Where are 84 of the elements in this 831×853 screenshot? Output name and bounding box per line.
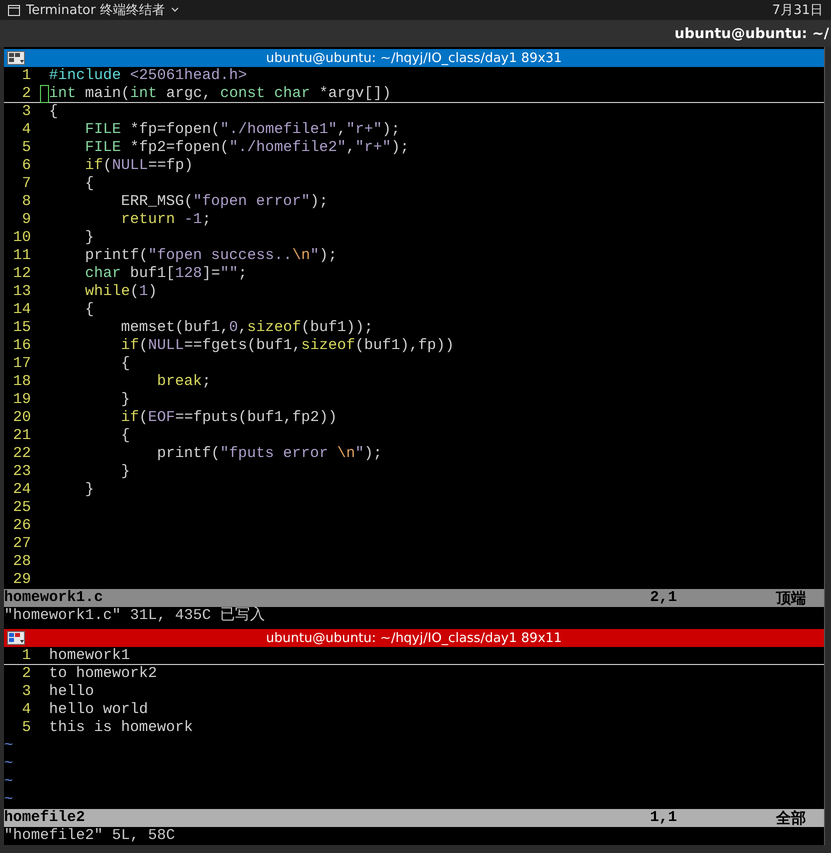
empty-line-marker: ~	[4, 791, 14, 809]
empty-line-marker: ~	[4, 737, 14, 755]
line-number: 2	[20, 85, 32, 103]
code-text: hello	[48, 683, 94, 701]
line-number: 14	[12, 301, 32, 319]
line-number: 15	[12, 319, 32, 337]
code-text: {	[120, 427, 130, 445]
line-number: 28	[12, 553, 32, 571]
cursor-position: 2,1	[650, 589, 678, 607]
line-number: 2	[20, 665, 32, 683]
code-text: int main(int argc, const char *argv[])	[40, 85, 392, 103]
grid-icon[interactable]	[7, 51, 25, 65]
code-text: printf("fopen success..\n");	[84, 247, 338, 265]
window-icon	[8, 4, 20, 16]
file-name: homefile2	[4, 809, 86, 827]
code-text: ERR_MSG("fopen error");	[120, 193, 328, 211]
empty-line-marker: ~	[4, 773, 14, 791]
empty-line-marker: ~	[4, 755, 14, 773]
code-text: memset(buf1,0,sizeof(buf1));	[120, 319, 374, 337]
line-number: 27	[12, 535, 32, 553]
code-text: {	[120, 355, 130, 373]
grid-icon[interactable]	[7, 631, 25, 645]
app-title[interactable]: Terminator 终端终结者	[26, 1, 165, 19]
code-text: to homework2	[48, 665, 158, 683]
code-text: if(NULL==fgets(buf1,sizeof(buf1),fp))	[120, 337, 454, 355]
window-title: ubuntu@ubuntu: ~/	[674, 26, 829, 42]
code-text: homework1	[48, 647, 130, 665]
line-number: 1	[20, 67, 32, 85]
code-text: if(EOF==fputs(buf1,fp2))	[120, 409, 338, 427]
line-number: 8	[20, 193, 32, 211]
line-number: 22	[12, 445, 32, 463]
status-message: "homework1.c" 31L, 435C 已写入	[4, 607, 266, 624]
line-number: 16	[12, 337, 32, 355]
code-text: printf("fputs error \n");	[156, 445, 382, 463]
line-number: 25	[12, 499, 32, 517]
status-message: "homefile2" 5L, 58C	[4, 827, 176, 844]
line-number: 3	[20, 103, 32, 121]
cursor-position: 1,1	[650, 809, 678, 827]
line-number: 1	[20, 647, 32, 665]
line-number: 26	[12, 517, 32, 535]
line-number: 10	[12, 229, 32, 247]
code-text: return -1;	[120, 211, 212, 229]
code-text: hello world	[48, 701, 148, 719]
scroll-position: 顶端	[776, 589, 807, 607]
line-number: 3	[20, 683, 32, 701]
line-number: 5	[20, 719, 32, 737]
line-number: 7	[20, 175, 32, 193]
code-text: if(NULL==fp)	[84, 157, 194, 175]
code-text: {	[84, 175, 94, 193]
terminal-title: ubuntu@ubuntu: ~/hqyj/IO_class/day1 89x31	[266, 50, 562, 66]
line-number: 4	[20, 701, 32, 719]
terminal-title: ubuntu@ubuntu: ~/hqyj/IO_class/day1 89x11	[266, 630, 562, 646]
line-number: 20	[12, 409, 32, 427]
line-number: 11	[12, 247, 32, 265]
code-text: FILE *fp2=fopen("./homefile2","r+");	[84, 139, 410, 157]
line-number: 23	[12, 463, 32, 481]
code-text: FILE *fp=fopen("./homefile1","r+");	[84, 121, 400, 139]
line-number: 9	[20, 211, 32, 229]
line-number: 12	[12, 265, 32, 283]
code-text: }	[120, 463, 130, 481]
line-number: 19	[12, 391, 32, 409]
code-text: while(1)	[84, 283, 158, 301]
code-text: {	[84, 301, 94, 319]
code-text: }	[120, 391, 130, 409]
line-number: 17	[12, 355, 32, 373]
code-text: }	[84, 229, 94, 247]
line-number: 6	[20, 157, 32, 175]
code-text: {	[48, 103, 58, 121]
line-number: 24	[12, 481, 32, 499]
line-number: 4	[20, 121, 32, 139]
caret-icon[interactable]	[170, 7, 179, 13]
file-name: homework1.c	[4, 589, 104, 607]
code-text: this is homework	[48, 719, 194, 737]
code-text: break;	[156, 373, 212, 391]
line-number: 13	[12, 283, 32, 301]
code-text: char buf1[128]="";	[84, 265, 248, 283]
line-number: 18	[12, 373, 32, 391]
line-number: 21	[12, 427, 32, 445]
code-text: #include <25061head.h>	[48, 67, 248, 85]
scroll-position: 全部	[776, 809, 807, 827]
clock-date[interactable]: 7月31日	[772, 1, 823, 19]
line-number: 29	[12, 571, 32, 589]
code-text: }	[84, 481, 94, 499]
line-number: 5	[20, 139, 32, 157]
